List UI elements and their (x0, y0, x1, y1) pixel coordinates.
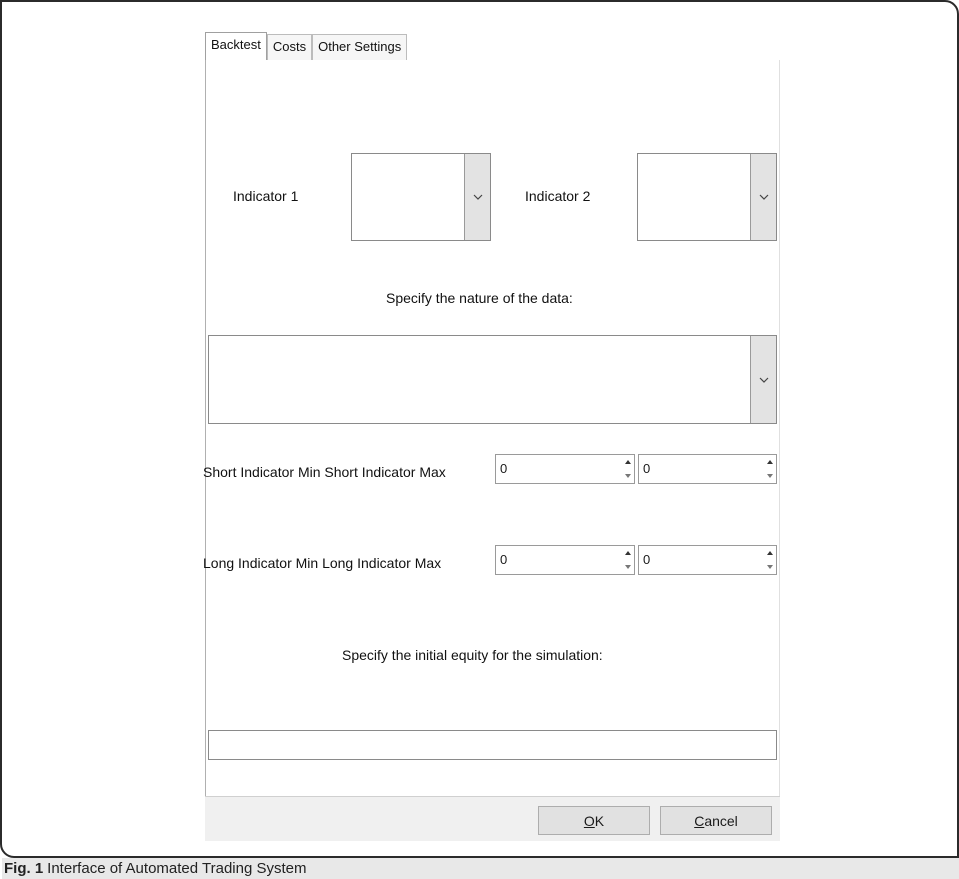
long-max-value[interactable]: 0 (643, 552, 650, 567)
cancel-button[interactable]: Cancel (660, 806, 772, 835)
initial-equity-label: Specify the initial equity for the simul… (342, 647, 603, 663)
data-nature-dropdown-button[interactable] (750, 336, 776, 423)
initial-equity-input[interactable] (208, 730, 777, 760)
tab-costs[interactable]: Costs (266, 34, 313, 60)
long-max-spinner[interactable]: 0 (638, 545, 777, 575)
long-indicator-label: Long Indicator Min Long Indicator Max (203, 555, 442, 571)
figure-caption: Fig. 1 Interface of Automated Trading Sys… (2, 858, 959, 879)
short-min-value[interactable]: 0 (500, 461, 507, 476)
data-nature-label: Specify the nature of the data: (386, 290, 573, 306)
spinner-arrows-icon[interactable] (764, 455, 776, 483)
spinner-arrows-icon[interactable] (764, 546, 776, 574)
spinner-arrows-icon[interactable] (622, 455, 634, 483)
short-min-spinner[interactable]: 0 (495, 454, 635, 484)
tab-other-settings[interactable]: Other Settings (312, 34, 408, 60)
spinner-arrows-icon[interactable] (622, 546, 634, 574)
indicator2-combo[interactable] (637, 153, 777, 241)
settings-dialog: Backtest Costs Other Settings Indicator … (203, 26, 780, 841)
tab-bar: Backtest Costs Other Settings (205, 32, 408, 60)
ok-button-label: K (594, 812, 605, 829)
short-max-value[interactable]: 0 (643, 461, 650, 476)
long-min-spinner[interactable]: 0 (495, 545, 635, 575)
figure-number: Fig. 1 (4, 860, 44, 877)
short-indicator-label: Short Indicator Min Short Indicator Max (203, 464, 446, 480)
indicator1-dropdown-button[interactable] (464, 154, 490, 240)
chevron-down-icon (759, 377, 768, 383)
chevron-down-icon (759, 194, 768, 200)
ok-button[interactable]: OK (538, 806, 650, 835)
short-max-spinner[interactable]: 0 (638, 454, 777, 484)
dialog-footer: OK Cancel (205, 796, 780, 841)
indicator1-label: Indicator 1 (233, 188, 299, 204)
indicator2-label: Indicator 2 (525, 188, 591, 204)
backtest-panel: Indicator 1 Indicator 2 Specify the natu… (203, 60, 780, 796)
ok-button-accelerator: O (583, 812, 595, 829)
cancel-button-accelerator: C (694, 812, 705, 829)
data-nature-combo[interactable] (208, 335, 777, 424)
indicator2-dropdown-button[interactable] (750, 154, 776, 240)
indicator1-combo[interactable] (351, 153, 491, 241)
long-min-value[interactable]: 0 (500, 552, 507, 567)
cancel-button-label: ancel (704, 812, 738, 829)
chevron-down-icon (473, 194, 482, 200)
tab-backtest[interactable]: Backtest (205, 32, 267, 60)
figure-caption-text: Interface of Automated Trading System (47, 860, 307, 877)
